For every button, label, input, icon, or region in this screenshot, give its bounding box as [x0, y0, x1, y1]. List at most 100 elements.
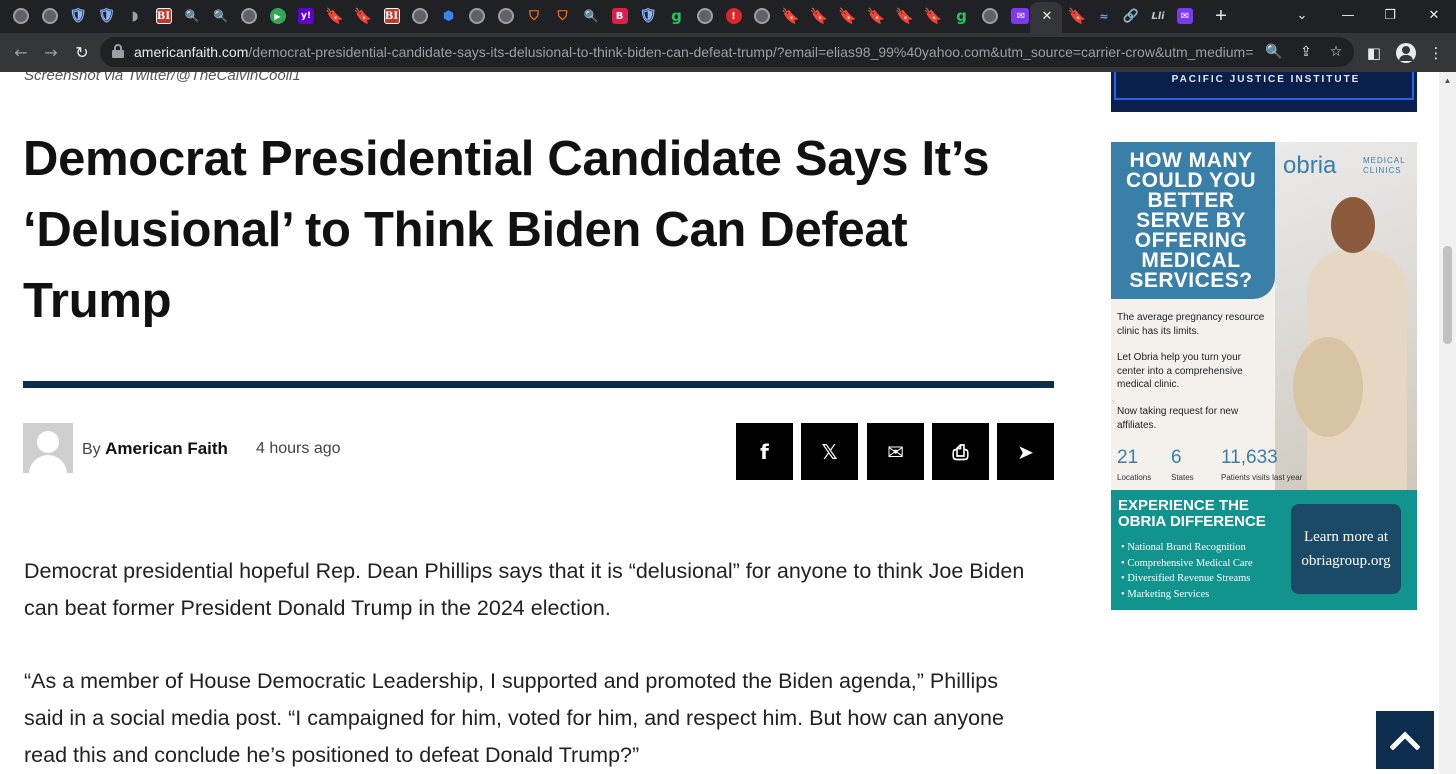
tab-close-icon[interactable]: ✕ [1039, 8, 1055, 24]
browser-tab[interactable]: 🔍 [181, 5, 203, 27]
browser-tab[interactable]: 🔖 [324, 5, 346, 27]
headline-divider [23, 381, 1054, 388]
pacific-justice-ad[interactable]: PACIFIC JUSTICE INSTITUTE [1111, 72, 1417, 112]
telegram-share-button[interactable]: ➤ [997, 423, 1054, 480]
zoom-icon[interactable]: 🔍 [1264, 42, 1284, 62]
browser-tab[interactable]: g [666, 5, 688, 27]
side-panel-icon[interactable]: ◧ [1363, 42, 1385, 64]
url-host: americanfaith.com [134, 44, 249, 60]
browser-tab[interactable]: 🔖 [1066, 5, 1088, 27]
scroll-thumb[interactable] [1443, 246, 1452, 344]
profile-avatar-icon[interactable] [1396, 43, 1416, 63]
image-caption: Screenshot via Twitter/@TheCalvinCooli1 [24, 72, 301, 84]
browser-tab[interactable]: 🔍 [210, 5, 232, 27]
browser-tab[interactable]: 🔖 [808, 5, 830, 27]
browser-tab[interactable]: ≈ [1093, 5, 1115, 27]
lock-icon[interactable] [112, 44, 124, 58]
tab-search-icon[interactable]: ⌄ [1290, 4, 1314, 28]
close-window-icon[interactable]: ✕ [1422, 4, 1446, 28]
browser-tab[interactable] [495, 5, 517, 27]
bookmark-icon: 🔖 [781, 7, 800, 25]
ad-experience-heading: EXPERIENCE THE OBRIA DIFFERENCE [1118, 498, 1266, 530]
browser-tab[interactable]: 🛡 [637, 5, 659, 27]
browser-tab[interactable]: B [609, 5, 631, 27]
author-link[interactable]: American Faith [105, 439, 228, 458]
url-text[interactable]: americanfaith.com/democrat-presidential-… [134, 44, 1254, 60]
browser-tab[interactable]: g [951, 5, 973, 27]
browser-tab[interactable] [238, 5, 260, 27]
article-paragraph: “As a member of House Democratic Leaders… [24, 663, 1054, 774]
browser-tab[interactable]: 🔖 [922, 5, 944, 27]
browser-tab[interactable]: 🛡 [96, 5, 118, 27]
bookmark-star-icon[interactable]: ☆ [1326, 42, 1346, 62]
minimize-icon[interactable]: — [1336, 4, 1360, 28]
browser-tab[interactable]: ▶ [267, 5, 289, 27]
facebook-share-button[interactable]: f [736, 423, 793, 480]
maximize-icon[interactable]: ❐ [1378, 4, 1402, 28]
page-scrollbar[interactable]: ▲ [1439, 72, 1456, 774]
new-tab-button[interactable]: + [1210, 5, 1232, 27]
obria-logo: obria [1283, 152, 1337, 179]
browser-tab[interactable]: 🔖 [780, 5, 802, 27]
hexagon-icon: ⬢ [442, 8, 455, 24]
browser-tab[interactable]: y! [295, 5, 317, 27]
globe-icon [241, 8, 257, 24]
obria-ad[interactable]: obria MEDICAL CLINICS HOW MANY COULD YOU… [1111, 142, 1417, 610]
browser-tab[interactable]: ⛉ [552, 5, 574, 27]
browser-tab[interactable]: BI [381, 5, 403, 27]
x-icon: 𝕏 [821, 439, 838, 464]
globe-icon [469, 8, 485, 24]
browser-tab[interactable]: 🛡 [67, 5, 89, 27]
bi-logo-icon: BI [383, 8, 400, 24]
browser-tab[interactable] [979, 5, 1001, 27]
browser-tab[interactable]: ✉ [1010, 5, 1032, 27]
stat-label: Locations [1117, 473, 1152, 482]
browser-tab[interactable] [466, 5, 488, 27]
print-share-button[interactable]: ⎙ [932, 423, 989, 480]
scroll-up-arrow-icon[interactable]: ▲ [1439, 72, 1456, 89]
reload-icon[interactable]: ↻ [69, 40, 95, 66]
browser-tab[interactable]: ⬢ [438, 5, 460, 27]
b-logo-icon: B [611, 8, 628, 24]
x-share-button[interactable]: 𝕏 [801, 423, 858, 480]
browser-tab[interactable]: 🔍 [580, 5, 602, 27]
stat-label: States [1171, 473, 1194, 482]
browser-tab[interactable]: 🔖 [352, 5, 374, 27]
browser-tab[interactable]: ! [723, 5, 745, 27]
globe-icon [41, 8, 58, 24]
browser-tab[interactable]: ✉ [1174, 5, 1196, 27]
browser-tab[interactable]: ◗ [124, 5, 146, 27]
browser-tab[interactable] [39, 5, 61, 27]
address-bar[interactable]: americanfaith.com/democrat-presidential-… [100, 37, 1354, 67]
shield-icon: 🛡 [97, 8, 116, 24]
browser-tab[interactable]: BI [153, 5, 175, 27]
browser-tab[interactable] [409, 5, 431, 27]
author-avatar[interactable] [23, 423, 73, 473]
facebook-icon: f [760, 439, 769, 464]
obria-logo-sub: MEDICAL CLINICS [1363, 156, 1406, 176]
menu-icon[interactable]: ⋮ [1425, 42, 1447, 64]
forward-icon[interactable]: → [38, 40, 64, 66]
shield-outline-icon: ⛉ [529, 8, 539, 24]
back-icon[interactable]: ← [8, 40, 34, 66]
browser-tab[interactable]: 🔖 [837, 5, 859, 27]
bookmark-icon: 🔖 [895, 7, 914, 25]
browser-tab[interactable]: 🔖 [894, 5, 916, 27]
logo-sub-line: MEDICAL [1363, 156, 1406, 165]
browser-tab[interactable] [694, 5, 716, 27]
bookmark-icon: 🔖 [325, 7, 344, 25]
ad-bullet: Comprehensive Medical Care [1121, 556, 1252, 572]
ad-question-line: OFFERING [1134, 229, 1248, 252]
browser-tab[interactable]: ⛉ [523, 5, 545, 27]
globe-icon [13, 8, 29, 24]
browser-tab[interactable] [10, 5, 32, 27]
browser-tab[interactable] [751, 5, 773, 27]
ad-learn-more-button[interactable]: Learn more at obriagroup.org [1291, 504, 1401, 594]
email-share-button[interactable]: ✉ [867, 423, 924, 480]
browser-tab[interactable]: 🔖 [865, 5, 887, 27]
browser-tab[interactable]: Lli [1147, 5, 1169, 27]
share-icon[interactable]: ⇪ [1296, 42, 1316, 62]
ad-border: PACIFIC JUSTICE INSTITUTE [1114, 72, 1414, 100]
back-to-top-button[interactable] [1376, 711, 1434, 769]
browser-tab[interactable]: 🔗 [1120, 5, 1142, 27]
